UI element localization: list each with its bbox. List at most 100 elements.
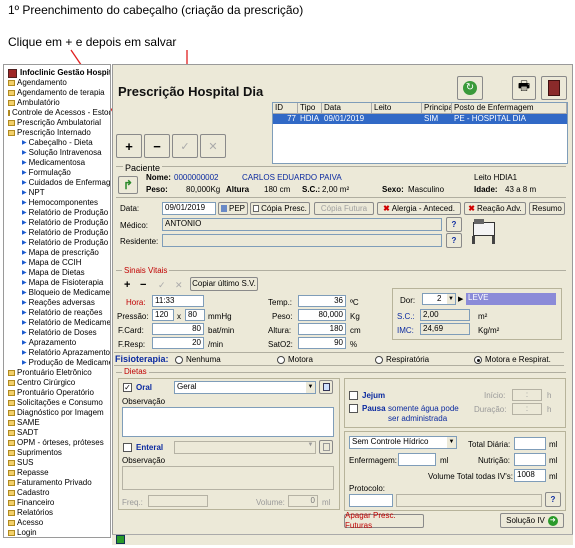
sidebar-item[interactable]: Agendamento de terapia [4, 88, 110, 98]
physio-option[interactable]: Respiratória [375, 355, 429, 365]
grid-column-header[interactable]: Data [322, 103, 372, 113]
sato2-field[interactable]: 90 [298, 337, 346, 349]
duration-field[interactable]: : [512, 403, 542, 415]
vitals-remove-icon[interactable]: − [140, 279, 146, 291]
sidebar-item[interactable]: ▶ NPT [4, 188, 110, 198]
pressure-systolic-field[interactable]: 120 [152, 309, 174, 321]
fluid-control-select[interactable]: Sem Controle Hídrico ▼ [349, 436, 457, 449]
sidebar-item[interactable]: ▶Cuidados de Enfermagem [4, 178, 110, 188]
sidebar-item[interactable]: Login [4, 528, 110, 537]
observation-enteral-field[interactable] [122, 466, 334, 490]
enteral-checkbox[interactable] [123, 443, 132, 452]
physio-option[interactable]: Nenhuma [175, 355, 221, 365]
sidebar-item[interactable]: ▶ Mapa de Dietas [4, 268, 110, 278]
sidebar-item[interactable]: ▶ Mapa de prescrição [4, 248, 110, 258]
sidebar-item[interactable]: ▶ Relatório de Doses [4, 328, 110, 338]
adverse-reaction-button[interactable]: ✖ Reação Adv. [464, 202, 526, 215]
fasting-checkbox[interactable] [349, 391, 358, 400]
sidebar-item[interactable]: ▶Bloqueio de Medicamento [4, 288, 110, 298]
sidebar-item[interactable]: ▶ Relatório de Produção [4, 228, 110, 238]
sidebar-item[interactable]: Repasse [4, 468, 110, 478]
resident-field[interactable] [162, 234, 442, 247]
delete-future-button[interactable]: Apagar Presc. Futuras [344, 511, 424, 530]
start-field[interactable]: : [512, 389, 542, 401]
copy-last-vitals-button[interactable]: Copiar último S.V. [190, 277, 258, 291]
oral-copy-button[interactable] [319, 380, 333, 394]
heart-rate-field[interactable]: 80 [152, 323, 204, 335]
summary-button[interactable]: Resumo [529, 202, 565, 215]
nutrition-field[interactable] [514, 453, 546, 466]
sidebar-item[interactable]: ▶ Relatório de Produção [4, 238, 110, 248]
sidebar-item[interactable]: Financeiro [4, 498, 110, 508]
sidebar-item[interactable]: Centro Cirúrgico [4, 378, 110, 388]
sidebar-item[interactable]: Solicitações e Consumo [4, 398, 110, 408]
sidebar-item[interactable]: ▶ Medicamentosa [4, 158, 110, 168]
physio-option[interactable]: Motora [277, 355, 313, 365]
protocol-name-field[interactable] [396, 494, 542, 507]
grid-column-header[interactable]: ID [273, 103, 298, 113]
sidebar-item[interactable]: ▶ Aprazamento [4, 338, 110, 348]
doctor-help-button[interactable]: ? [446, 217, 462, 232]
grid-column-header[interactable]: Posto de Enfermagem [452, 103, 567, 113]
temp-field[interactable]: 36 [298, 295, 346, 307]
sidebar-item[interactable]: ▶Relatório de Medicamento [4, 318, 110, 328]
sidebar-item[interactable]: OPM - órteses, próteses [4, 438, 110, 448]
grid-column-header[interactable]: Principal [422, 103, 452, 113]
height-field[interactable]: 180 [298, 323, 346, 335]
sidebar-item[interactable]: ▶ Relatório de Produção [4, 218, 110, 228]
nursing-field[interactable] [398, 453, 436, 466]
sidebar-item[interactable]: ▶ Mapa de Fisioterapia [4, 278, 110, 288]
sidebar-item[interactable]: ▶ Relatório de reações [4, 308, 110, 318]
sidebar-item[interactable]: Relatórios [4, 508, 110, 518]
sidebar-item[interactable]: Suprimentos [4, 448, 110, 458]
pep-button[interactable]: PEP [218, 202, 248, 215]
oral-select[interactable]: Geral ▼ [174, 381, 316, 394]
save-button[interactable]: ✓ [172, 134, 198, 158]
date-field[interactable]: 09/01/2019 [162, 202, 216, 215]
sidebar-item[interactable]: Acesso [4, 518, 110, 528]
protocol-help-button[interactable]: ? [545, 492, 561, 507]
pain-select[interactable]: 2 ▼ [422, 293, 456, 305]
sidebar-item[interactable]: Prontuário Operatório [4, 388, 110, 398]
sidebar-item[interactable]: ▶Produção de Medicamentos [4, 358, 110, 368]
grid-column-header[interactable]: Leito [372, 103, 422, 113]
grid-column-header[interactable]: Tipo [298, 103, 322, 113]
volume-field[interactable]: 0 [288, 495, 318, 507]
sidebar-item[interactable]: ▶ Solução Intravenosa [4, 148, 110, 158]
add-button[interactable]: + [116, 134, 142, 158]
oral-checkbox[interactable]: ✓ [123, 383, 132, 392]
pause-checkbox[interactable] [349, 404, 358, 413]
weight-field[interactable]: 80,000 [298, 309, 346, 321]
pressure-diastolic-field[interactable]: 80 [185, 309, 205, 321]
remove-button[interactable]: − [144, 134, 170, 158]
sidebar-item[interactable]: Prescrição Ambulatorial [4, 118, 110, 128]
copy-future-button[interactable]: Cópia Futura [314, 202, 374, 215]
sidebar-item[interactable]: ▶ Cabeçalho - Dieta [4, 138, 110, 148]
allergy-button[interactable]: ✖ Alergia - Anteced. [377, 202, 461, 215]
sidebar-item[interactable]: SUS [4, 458, 110, 468]
copy-prescription-button[interactable]: Cópia Presc. [250, 202, 310, 215]
total-daily-field[interactable] [514, 437, 546, 450]
observation-oral-field[interactable] [122, 407, 334, 437]
sidebar-item[interactable]: ▶ Mapa de CCIH [4, 258, 110, 268]
doctor-field[interactable]: ANTONIO [162, 218, 442, 231]
sidebar-item[interactable]: Prontuário Eletrônico [4, 368, 110, 378]
grid-row[interactable]: 77 HDIA 09/01/2019 SIM PE - HOSPITAL DIA [273, 114, 567, 124]
sidebar-item[interactable]: Faturamento Privado [4, 478, 110, 488]
enteral-copy-button[interactable] [319, 440, 333, 454]
sidebar-item[interactable]: ▶ Relatório de Produção [4, 208, 110, 218]
sidebar-item[interactable]: SADT [4, 428, 110, 438]
vitals-add-icon[interactable]: + [124, 279, 130, 291]
sidebar-item[interactable]: Ambulatório [4, 98, 110, 108]
sidebar-item[interactable]: Controle de Acessos - Estoque [4, 108, 110, 118]
hour-field[interactable]: 11:33 [152, 295, 204, 307]
patient-go-button[interactable]: ↱ [118, 176, 138, 194]
sidebar-item[interactable]: ▶ Formulação [4, 168, 110, 178]
exit-button[interactable] [541, 76, 567, 100]
resident-help-button[interactable]: ? [446, 233, 462, 248]
refresh-button[interactable]: ↻ [457, 76, 483, 100]
sidebar-item[interactable]: Prescrição Internado [4, 128, 110, 138]
print-button[interactable]: 🖶 [512, 76, 536, 100]
sidebar-item[interactable]: ▶ Reações adversas [4, 298, 110, 308]
total-iv-field[interactable]: 1008 [514, 469, 546, 482]
